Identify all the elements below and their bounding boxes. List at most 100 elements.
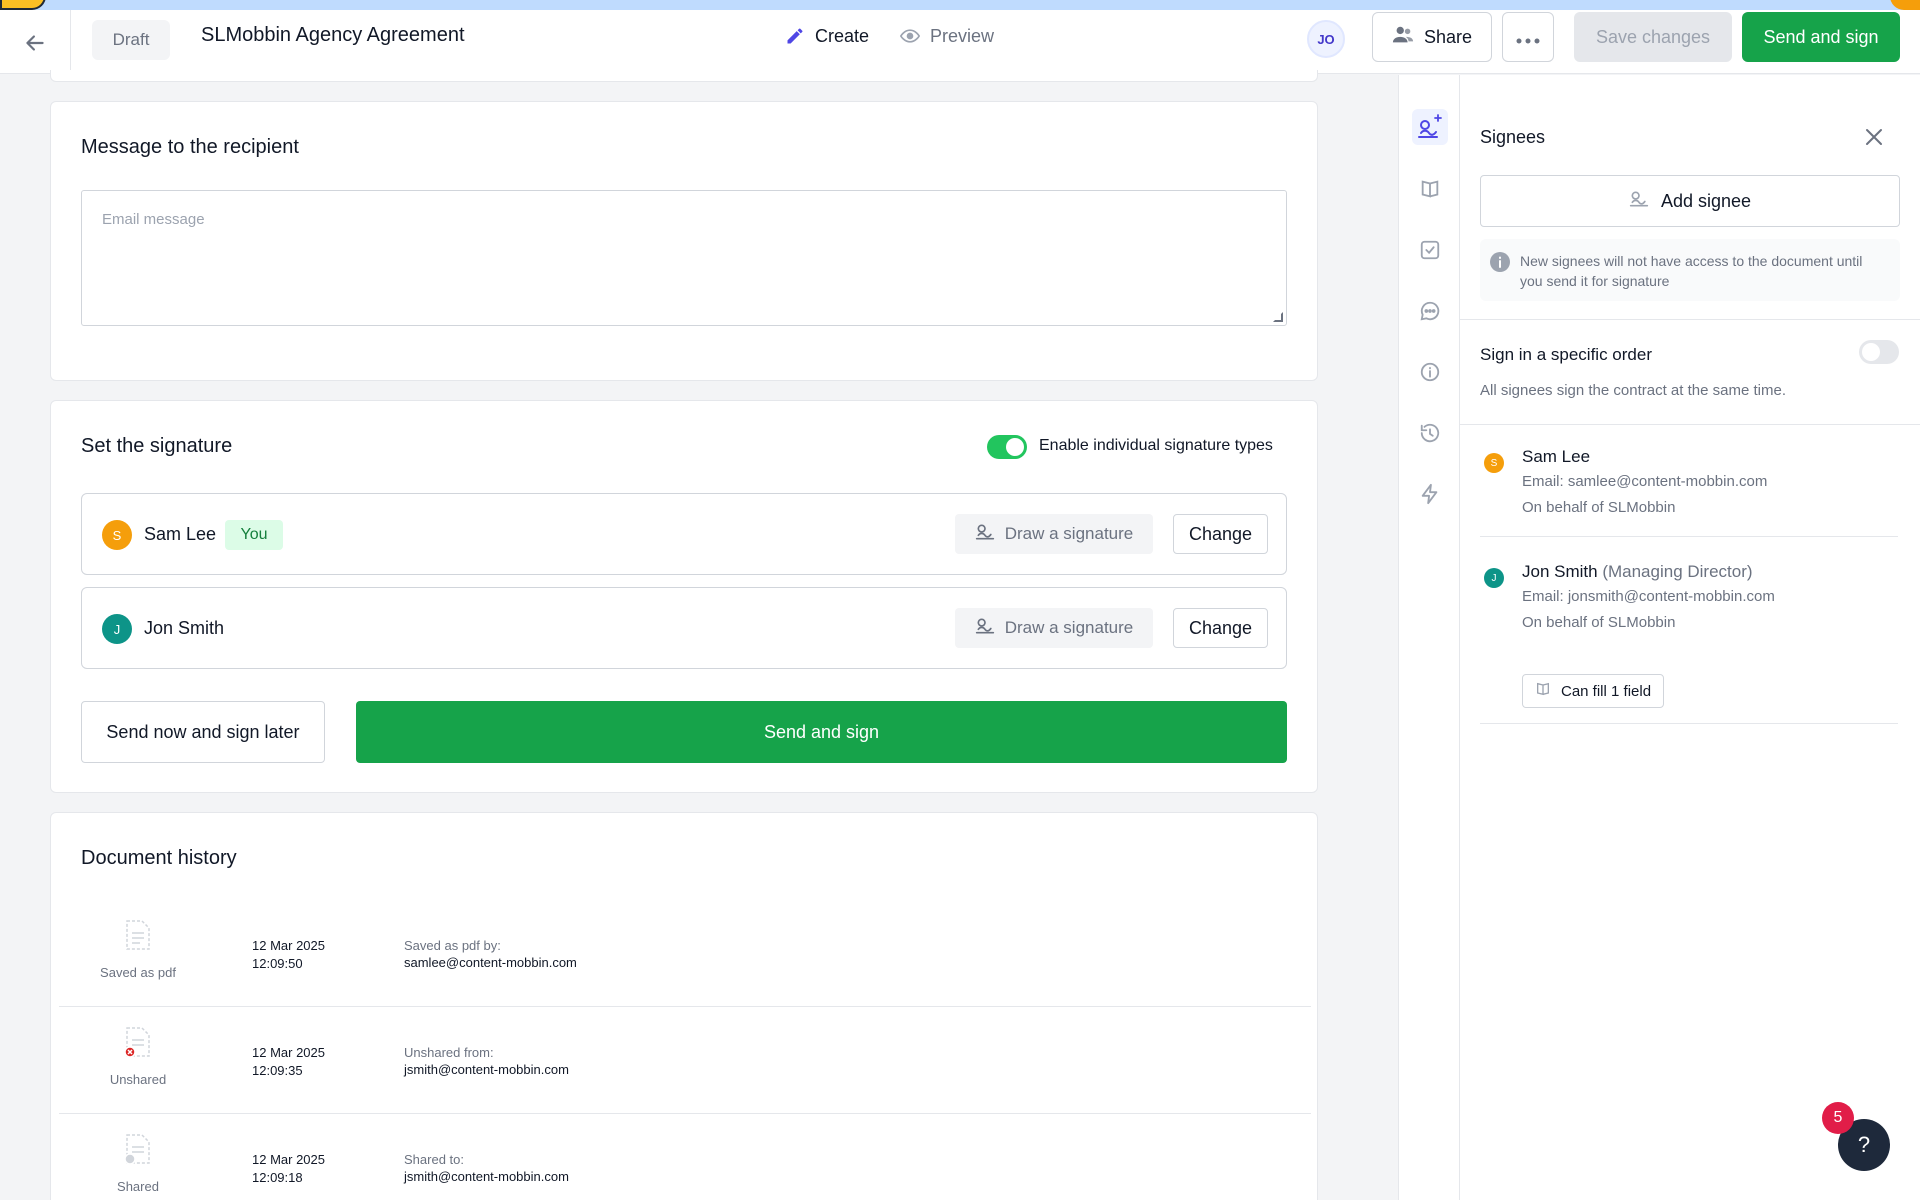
panel-divider xyxy=(1460,319,1920,320)
top-color-strip xyxy=(0,0,1920,10)
signee-email: Email: samlee@content-mobbin.com xyxy=(1522,473,1768,490)
ellipsis-icon xyxy=(1516,24,1540,50)
history-date-day: 12 Mar 2025 xyxy=(252,1152,325,1167)
signee-name: Sam Lee xyxy=(1522,447,1591,466)
info-notice-text: New signees will not have access to the … xyxy=(1520,253,1863,289)
history-date: 12 Mar 2025 12:09:35 xyxy=(252,1044,325,1080)
draw-signature-button[interactable]: Draw a signature xyxy=(955,608,1153,648)
decor-blob-left xyxy=(0,0,46,10)
history-tool-icon[interactable] xyxy=(1412,415,1448,451)
signee-behalf: On behalf of SLMobbin xyxy=(1522,499,1676,516)
automation-tool-icon[interactable] xyxy=(1412,476,1448,512)
sign-order-subtitle: All signees sign the contract at the sam… xyxy=(1480,382,1786,399)
message-card-title: Message to the recipient xyxy=(81,136,299,158)
history-date-time: 12:09:35 xyxy=(252,1063,303,1078)
fields-tool-icon[interactable] xyxy=(1412,171,1448,207)
change-signature-button[interactable]: Change xyxy=(1173,514,1268,554)
header-divider xyxy=(70,10,71,74)
fields-icon xyxy=(1535,681,1551,701)
can-fill-field-badge[interactable]: Can fill 1 field xyxy=(1522,674,1665,708)
history-date: 12 Mar 2025 12:09:50 xyxy=(252,937,325,973)
signer-row: J Jon Smith Draw a signature Change xyxy=(81,587,1287,669)
email-message-placeholder: Email message xyxy=(102,211,205,228)
tab-create-label: Create xyxy=(815,26,870,46)
tab-create[interactable]: Create xyxy=(785,22,870,74)
history-detail-value: samlee@content-mobbin.com xyxy=(404,955,577,970)
draft-status-badge: Draft xyxy=(92,20,170,60)
panel-divider xyxy=(1460,424,1920,425)
signee-email: Email: jonsmith@content-mobbin.com xyxy=(1522,588,1775,605)
signer-avatar: J xyxy=(102,614,132,644)
history-date-day: 12 Mar 2025 xyxy=(252,938,325,953)
info-icon xyxy=(1490,252,1510,277)
history-detail-label: Saved as pdf by: xyxy=(404,938,501,953)
send-and-sign-header-button[interactable]: Send and sign xyxy=(1742,12,1900,62)
signee-name: Jon Smith xyxy=(1522,562,1598,581)
signee-behalf: On behalf of SLMobbin xyxy=(1522,614,1676,631)
can-fill-field-label: Can fill 1 field xyxy=(1561,682,1652,700)
back-arrow-icon[interactable] xyxy=(22,30,48,56)
top-bar: Draft SLMobbin Agency Agreement Create P… xyxy=(0,10,1920,74)
history-detail-value: jsmith@content-mobbin.com xyxy=(404,1169,569,1184)
message-card: Message to the recipient Email message xyxy=(50,101,1318,381)
signee-role: (Managing Director) xyxy=(1602,562,1753,581)
sign-order-title: Sign in a specific order xyxy=(1480,345,1652,364)
history-date-time: 12:09:18 xyxy=(252,1170,303,1185)
history-date-day: 12 Mar 2025 xyxy=(252,1045,325,1060)
add-signee-icon xyxy=(1629,190,1649,213)
decor-blob-right xyxy=(1890,0,1920,10)
history-kind: Shared xyxy=(117,1179,159,1194)
tab-preview[interactable]: Preview xyxy=(899,22,994,74)
history-row: Unshared 12 Mar 2025 12:09:35 Unshared fr… xyxy=(59,1008,1311,1114)
user-avatar[interactable]: JO xyxy=(1307,20,1345,58)
more-options-button[interactable] xyxy=(1502,12,1554,62)
history-date: 12 Mar 2025 12:09:18 xyxy=(252,1151,325,1187)
draw-signature-label: Draw a signature xyxy=(1004,618,1134,637)
history-detail-label: Unshared from: xyxy=(404,1045,494,1060)
history-row: Shared 12 Mar 2025 12:09:18 Shared to: js… xyxy=(59,1115,1311,1200)
document-title[interactable]: SLMobbin Agency Agreement xyxy=(201,24,465,47)
signer-name: Sam Lee xyxy=(144,524,217,544)
signee-avatar: S xyxy=(1484,453,1504,473)
email-message-input[interactable]: Email message xyxy=(81,190,1287,326)
history-kind: Saved as pdf xyxy=(100,965,176,980)
add-signee-label: Add signee xyxy=(1660,190,1752,211)
share-button[interactable]: Share xyxy=(1372,12,1492,62)
signer-row: S Sam Lee You Draw a signature Change xyxy=(81,493,1287,575)
checkbox-tool-icon[interactable] xyxy=(1412,232,1448,268)
previous-card-edge xyxy=(50,70,1318,82)
document-history-title: Document history xyxy=(81,847,237,869)
signee-avatar: J xyxy=(1484,568,1504,588)
individual-signature-toggle-label: Enable individual signature types xyxy=(1039,437,1273,454)
resize-handle-icon[interactable] xyxy=(1273,312,1283,322)
send-now-sign-later-button[interactable]: Send now and sign later xyxy=(81,701,325,763)
draw-signature-button[interactable]: Draw a signature xyxy=(955,514,1153,554)
eye-icon xyxy=(899,26,921,51)
users-icon xyxy=(1392,25,1414,50)
signee-item[interactable]: J Jon Smith (Managing Director) Email: j… xyxy=(1480,562,1898,724)
info-tool-icon[interactable] xyxy=(1412,354,1448,390)
signees-tool-icon[interactable] xyxy=(1412,109,1448,145)
history-kind: Unshared xyxy=(109,1072,167,1087)
individual-signature-toggle[interactable] xyxy=(987,435,1027,459)
side-tool-rail xyxy=(1398,75,1460,1200)
signees-panel: Signees Add signee New signees will not … xyxy=(1460,75,1920,1200)
send-and-sign-button[interactable]: Send and sign xyxy=(356,701,1287,763)
signer-avatar: S xyxy=(102,520,132,550)
document-icon xyxy=(125,919,151,951)
info-notice: New signees will not have access to the … xyxy=(1480,239,1900,301)
shared-document-icon xyxy=(124,1133,151,1165)
signature-card-title: Set the signature xyxy=(81,435,233,457)
save-changes-button[interactable]: Save changes xyxy=(1574,12,1732,62)
signee-item[interactable]: S Sam Lee Email: samlee@content-mobbin.c… xyxy=(1480,447,1898,537)
add-signee-button[interactable]: Add signee xyxy=(1480,175,1900,227)
signature-card: Set the signature Enable individual sign… xyxy=(50,400,1318,793)
signature-icon xyxy=(975,617,995,640)
close-icon[interactable] xyxy=(1864,127,1884,152)
sign-order-toggle[interactable] xyxy=(1859,340,1899,364)
signee-name-line: Jon Smith (Managing Director) xyxy=(1522,562,1753,582)
change-signature-button[interactable]: Change xyxy=(1173,608,1268,648)
comments-tool-icon[interactable] xyxy=(1412,293,1448,329)
history-date-time: 12:09:50 xyxy=(252,956,303,971)
signer-name: Jon Smith xyxy=(144,618,225,638)
